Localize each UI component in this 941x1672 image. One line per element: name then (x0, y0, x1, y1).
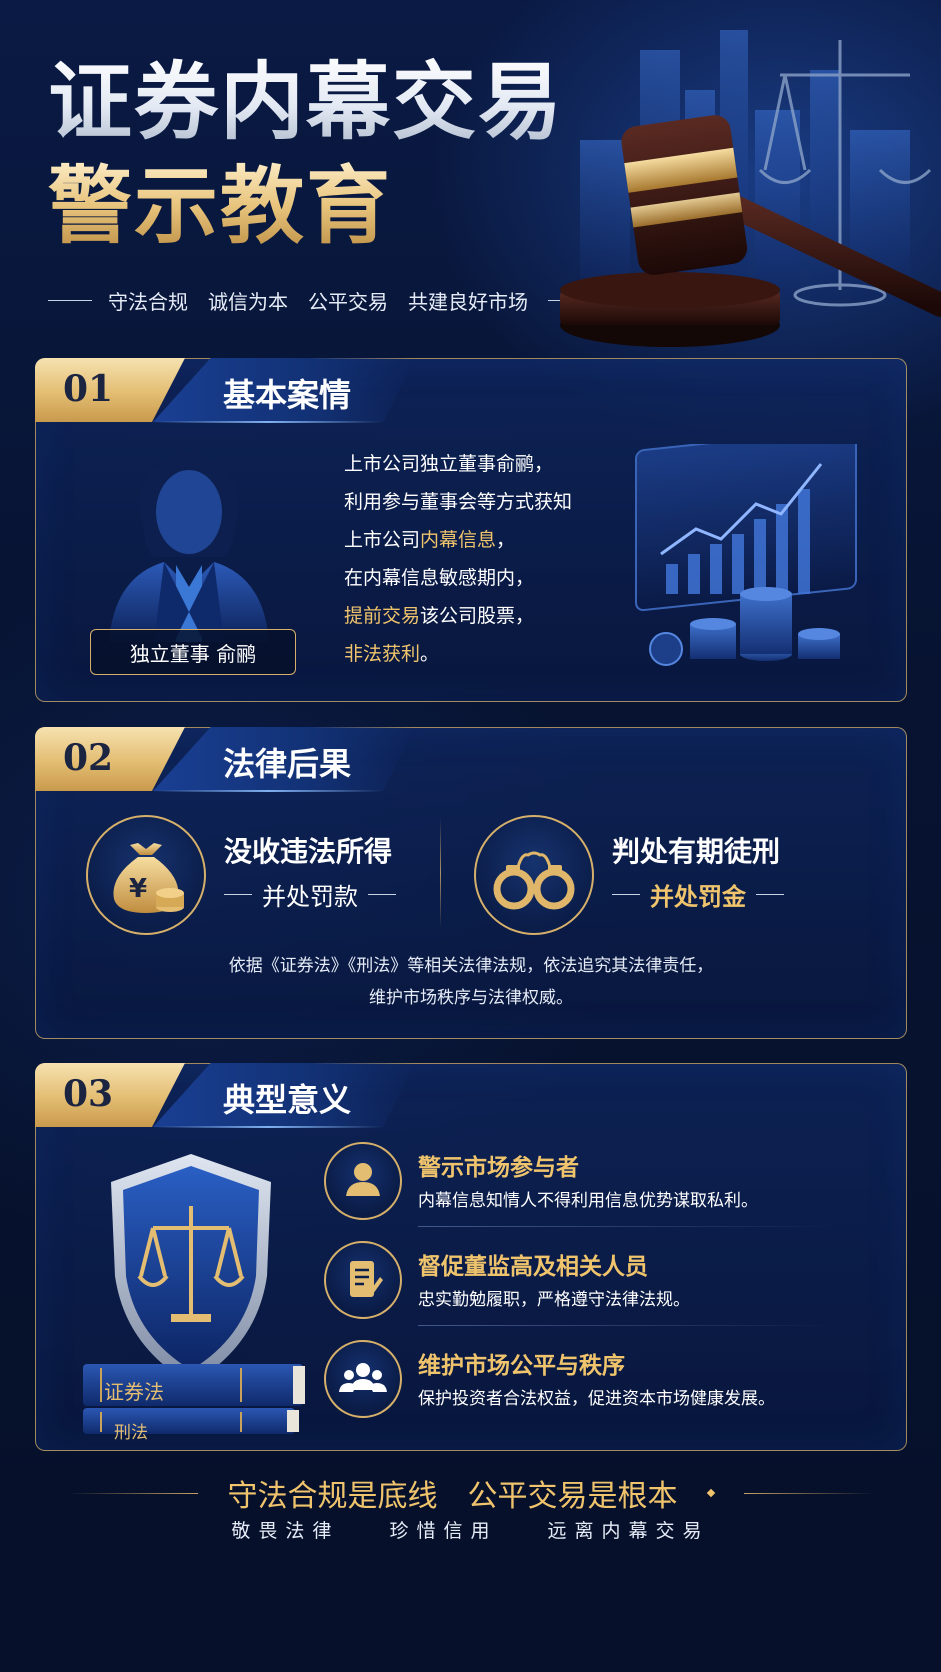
consequence-main-text: 判处有期徒刑 (612, 835, 781, 868)
footer-motto-right: 公平交易是根本 (467, 1479, 678, 1514)
vertical-divider (440, 818, 441, 928)
footer-diamond (706, 1488, 715, 1498)
case-text: ， (496, 529, 516, 551)
significance-desc: 忠实勤勉履职，严格遵守法律法规。 (418, 1290, 690, 1310)
section-number: 01 (63, 368, 114, 410)
person-silhouette-icon (109, 452, 269, 642)
case-section-card: 01 基本案情 独立董事 俞鹂 上市公司独立董事俞鹂， 利用参与董事会等方式获知… (35, 358, 907, 702)
significance-title: 维护市场公平与秩序 (418, 1353, 625, 1379)
consequence-main-text: 没收违法所得 (224, 835, 393, 868)
section-header: 03 典型意义 (35, 1063, 415, 1128)
case-text: 上市公司 (344, 529, 421, 551)
slogan-item: 公平交易 (308, 289, 388, 314)
footer-tag: 远离内幕交易 (547, 1520, 710, 1542)
document-icon (324, 1241, 402, 1319)
legal-note-line: 依据《证券法》《刑法》等相关法律法规，依法追究其法律责任， (228, 956, 714, 976)
group-icon (324, 1340, 402, 1418)
footer-motto-left: 守法合规是底线 (227, 1479, 438, 1514)
footer-motto: 守法合规是底线 公平交易是根本 (0, 1468, 941, 1518)
section-header: 02 法律后果 (35, 727, 415, 792)
slogan-dash-left (48, 299, 92, 301)
consequence-sub: 并处罚款 (224, 876, 396, 912)
slogan-item: 守法合规 (108, 289, 188, 314)
consequence-sub: 并处罚金 (612, 876, 784, 912)
section-number: 02 (63, 737, 114, 779)
case-line: 非法获利。 (344, 635, 644, 673)
main-title: 证券内幕交易 (48, 50, 564, 154)
case-highlight: 提前交易 (344, 605, 421, 627)
section-title-underline (153, 421, 383, 423)
case-line: 利用参与董事会等方式获知 (344, 483, 644, 521)
sub-dash (224, 893, 252, 895)
footer-line-left (67, 1492, 198, 1494)
significance-desc: 保护投资者合法权益，促进资本市场健康发展。 (418, 1389, 775, 1409)
case-text: 利用参与董事会等方式获知 (344, 491, 573, 513)
section-header: 01 基本案情 (35, 358, 415, 423)
main-subtitle: 警示教育 (48, 154, 564, 258)
case-line: 上市公司内幕信息， (344, 521, 644, 559)
case-text: 上市公司独立董事俞鹂， (344, 453, 554, 475)
item-separator (418, 1325, 838, 1326)
section-title-underline (153, 1126, 383, 1128)
case-text: 。 (420, 643, 440, 665)
section-number: 03 (63, 1073, 114, 1115)
significance-section-card: 03 典型意义 证券法 刑法 警示市场参与者 内幕信息知情人不得利用信息优势谋取… (35, 1063, 907, 1451)
poster: 证券内幕交易 警示教育 守法合规 诚信为本 公平交易 共建良好市场 01 基本案… (0, 0, 941, 1672)
consequence-confiscate: ¥ 没收违法所得 并处罚款 (86, 810, 436, 935)
section-title-underline (153, 790, 383, 792)
consequence-sub-text: 并处罚金 (650, 882, 746, 911)
person-name-badge: 独立董事 俞鹂 (90, 629, 296, 675)
significance-item: 警示市场参与者 内幕信息知情人不得利用信息优势谋取私利。 (324, 1142, 884, 1227)
stock-chart-coins-icon (635, 444, 857, 666)
section-title: 基本案情 (223, 376, 352, 414)
gavel-icon (560, 115, 941, 347)
consequence-sentence: 判处有期徒刑 并处罚金 (474, 810, 864, 935)
sub-dash (368, 893, 396, 895)
consequence-sub-text: 并处罚款 (262, 882, 358, 911)
case-highlight: 非法获利 (344, 643, 421, 665)
footer-tagline: 敬畏法律 珍惜信用 远离内幕交易 (0, 1516, 941, 1543)
legal-basis-note: 依据《证券法》《刑法》等相关法律法规，依法追究其法律责任， 维护市场秩序与法律权… (36, 950, 906, 1014)
case-text: 在内幕信息敏感期内， (344, 567, 535, 589)
case-highlight: 内幕信息 (420, 529, 497, 551)
case-text: 该公司股票， (420, 605, 535, 627)
section-title: 典型意义 (223, 1081, 352, 1119)
significance-item: 维护市场公平与秩序 保护投资者合法权益，促进资本市场健康发展。 (324, 1340, 884, 1422)
item-separator (418, 1226, 838, 1227)
significance-desc: 内幕信息知情人不得利用信息优势谋取私利。 (418, 1191, 758, 1211)
case-line: 在内幕信息敏感期内， (344, 559, 644, 597)
significance-title: 警示市场参与者 (418, 1155, 579, 1181)
hero-slogan: 守法合规 诚信为本 公平交易 共建良好市场 (48, 282, 592, 318)
shield-and-law-books-icon (83, 1154, 305, 1434)
svg-text:¥: ¥ (129, 874, 147, 904)
person-icon (324, 1142, 402, 1220)
section-title: 法律后果 (223, 745, 352, 783)
handcuffs-icon (474, 815, 594, 935)
significance-item: 督促董监高及相关人员 忠实勤勉履职，严格遵守法律法规。 (324, 1241, 884, 1326)
book-label-securities-law: 证券法 (104, 1380, 164, 1404)
title-block: 证券内幕交易 警示教育 (48, 50, 564, 258)
footer-line-right (743, 1492, 874, 1494)
footer-tag: 敬畏法律 (231, 1520, 340, 1542)
slogan-item: 共建良好市场 (408, 289, 528, 314)
slogan-item: 诚信为本 (208, 289, 288, 314)
sub-dash (756, 893, 784, 895)
consequence-section-card: 02 法律后果 ¥ 没收违法所得 并处罚款 判处有期徒刑 并处罚金 依据《证券法… (35, 727, 907, 1039)
case-line: 上市公司独立董事俞鹂， (344, 445, 644, 483)
money-bag-icon: ¥ (86, 815, 206, 935)
case-description: 上市公司独立董事俞鹂， 利用参与董事会等方式获知 上市公司内幕信息， 在内幕信息… (344, 445, 644, 673)
sub-dash (612, 893, 640, 895)
book-label-criminal-law: 刑法 (114, 1423, 148, 1443)
legal-note-line: 维护市场秩序与法律权威。 (369, 988, 573, 1008)
case-line: 提前交易该公司股票， (344, 597, 644, 635)
footer-tag: 珍惜信用 (389, 1520, 498, 1542)
significance-title: 督促董监高及相关人员 (418, 1254, 648, 1280)
